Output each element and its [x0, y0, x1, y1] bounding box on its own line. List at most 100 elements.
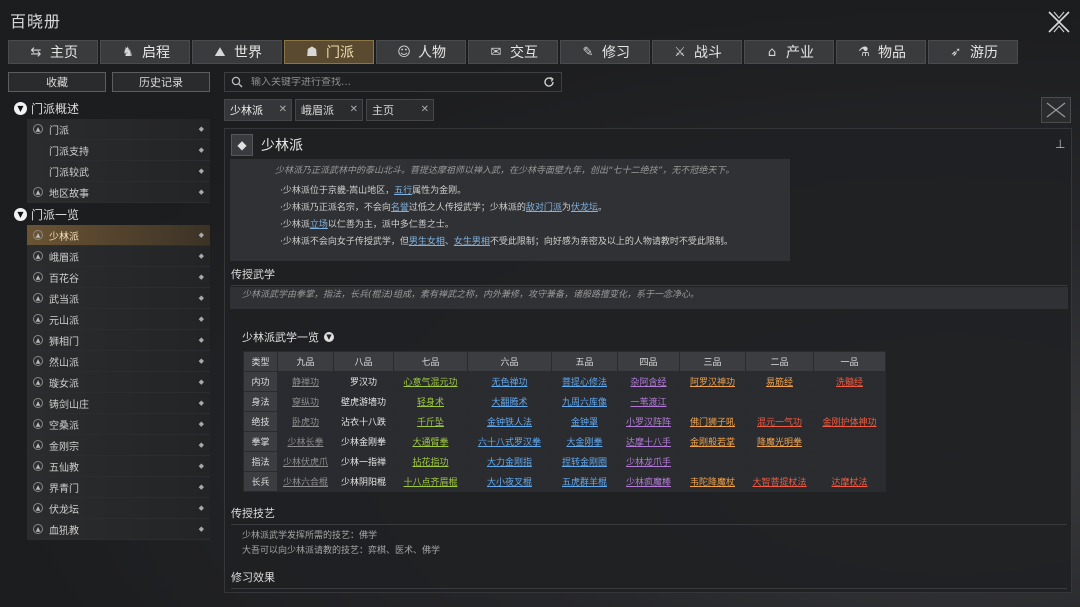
sidebar-item[interactable]: ▲ 璇女派 ◆ [27, 372, 210, 393]
glossary-link[interactable]: 伏龙坛 [571, 203, 598, 213]
martial-art-link[interactable]: 少林伏虎爪 [283, 458, 328, 468]
martial-art-link[interactable]: 佛门狮子吼 [690, 418, 735, 428]
martial-art-link[interactable]: 九周六库像 [562, 398, 607, 408]
expand-arrow-icon[interactable]: ▲ [33, 440, 43, 450]
sidebar-item[interactable]: 门派较武 ◆ [27, 161, 210, 182]
martial-art-link[interactable]: 大翻腾术 [491, 398, 527, 408]
glossary-link[interactable]: 五行 [394, 186, 412, 196]
martial-art-link[interactable]: 大智菩提杖法 [752, 478, 806, 488]
chevron-down-icon[interactable]: ▼ [324, 332, 334, 342]
martial-art-link[interactable]: 达摩杖法 [831, 478, 867, 488]
content-tab[interactable]: 主页 ✕ [366, 99, 434, 121]
martial-art-link[interactable]: 达摩十八手 [626, 438, 671, 448]
glossary-link[interactable]: 男生女相 [409, 237, 445, 247]
martial-art-link[interactable]: 少林六合棍 [283, 478, 328, 488]
martial-art-link[interactable]: 洗髓经 [836, 378, 863, 388]
martial-art-link[interactable]: 少林长拳 [287, 438, 323, 448]
content-tab[interactable]: 峨眉派 ✕ [295, 99, 363, 121]
martial-art-link[interactable]: 心意气混元功 [403, 378, 457, 388]
martial-art-link[interactable]: 混元一气功 [757, 418, 802, 428]
martial-art-link[interactable]: 千斤坠 [417, 418, 444, 428]
tree-group[interactable]: ▼ 门派概述 [8, 97, 210, 119]
refresh-icon[interactable] [543, 76, 555, 88]
martial-art-link[interactable]: 金钟铁人法 [487, 418, 532, 428]
martial-art-link[interactable]: 壁虎游墙功 [341, 398, 386, 408]
nav-tab[interactable]: ⌂ 产业 [744, 40, 834, 64]
nav-tab[interactable]: ✉ 交互 [468, 40, 558, 64]
history-button[interactable]: 历史记录 [112, 72, 210, 92]
expand-arrow-icon[interactable]: ▲ [33, 293, 43, 303]
expand-arrow-icon[interactable]: ▲ [33, 335, 43, 345]
sidebar-item[interactable]: ▲ 峨眉派 ◆ [27, 246, 210, 267]
glossary-link[interactable]: 敌对门派 [526, 203, 562, 213]
glossary-link[interactable]: 名誉 [391, 203, 409, 213]
expand-arrow-icon[interactable]: ▲ [33, 251, 43, 261]
sidebar-item[interactable]: ▲ 血犼教 ◆ [27, 519, 210, 540]
expand-arrow-icon[interactable]: ▲ [33, 187, 43, 197]
expand-arrow-icon[interactable]: ▲ [33, 461, 43, 471]
sidebar-item[interactable]: ▲ 武当派 ◆ [27, 288, 210, 309]
martial-list-title[interactable]: 少林派武学一览 ▼ [242, 329, 334, 345]
martial-art-link[interactable]: 大小夜叉棍 [487, 478, 532, 488]
content-tab[interactable]: 少林派 ✕ [224, 99, 292, 121]
martial-art-link[interactable]: 轻身术 [417, 398, 444, 408]
martial-art-link[interactable]: 卧虎功 [292, 418, 319, 428]
martial-art-link[interactable]: 一苇渡江 [630, 398, 666, 408]
expand-arrow-icon[interactable]: ▲ [33, 419, 43, 429]
expand-arrow-icon[interactable]: ▲ [33, 356, 43, 366]
close-tab-icon[interactable]: ✕ [279, 104, 287, 115]
glossary-link[interactable]: 立场 [310, 220, 328, 230]
nav-tab[interactable]: ⚗ 物品 [836, 40, 926, 64]
martial-art-link[interactable]: 十八点齐眉棍 [403, 478, 457, 488]
martial-art-link[interactable]: 拈花指功 [412, 458, 448, 468]
close-tab-icon[interactable]: ✕ [421, 104, 429, 115]
sidebar-item[interactable]: ▲ 门派 ◆ [27, 119, 210, 140]
sidebar-item[interactable]: 门派支持 ◆ [27, 140, 210, 161]
sidebar-item[interactable]: ▲ 然山派 ◆ [27, 351, 210, 372]
martial-art-link[interactable]: 金钟罩 [571, 418, 598, 428]
martial-art-link[interactable]: 大力金刚指 [487, 458, 532, 468]
martial-art-link[interactable]: 穿纵功 [292, 398, 319, 408]
martial-art-link[interactable]: 少林一指禅 [341, 458, 386, 468]
nav-tab[interactable]: ⚔ 战斗 [652, 40, 742, 64]
search-input[interactable] [251, 76, 543, 88]
nav-tab[interactable]: ♞ 启程 [100, 40, 190, 64]
martial-art-link[interactable]: 少林金刚拳 [341, 438, 386, 448]
martial-art-link[interactable]: 菩提心修法 [562, 378, 607, 388]
sidebar-item[interactable]: ▲ 铸剑山庄 ◆ [27, 393, 210, 414]
nav-tab[interactable]: ⇆ 主页 [8, 40, 98, 64]
martial-art-link[interactable]: 捏转金刚圈 [562, 458, 607, 468]
expand-arrow-icon[interactable]: ▲ [33, 503, 43, 513]
martial-art-link[interactable]: 阿罗汉神功 [690, 378, 735, 388]
expand-arrow-icon[interactable]: ▲ [33, 230, 43, 240]
martial-art-link[interactable]: 降魔光明拳 [757, 438, 802, 448]
sidebar-item[interactable]: ▲ 狮相门 ◆ [27, 330, 210, 351]
sidebar-item[interactable]: ▲ 空桑派 ◆ [27, 414, 210, 435]
expand-arrow-icon[interactable]: ▲ [33, 482, 43, 492]
sidebar-item[interactable]: ▲ 界青门 ◆ [27, 477, 210, 498]
martial-art-link[interactable]: 杂阿含经 [630, 378, 666, 388]
tree-group[interactable]: ▼ 门派一览 [8, 203, 210, 225]
martial-art-link[interactable]: 少林龙爪手 [626, 458, 671, 468]
martial-art-link[interactable]: 金刚般若掌 [690, 438, 735, 448]
nav-tab[interactable]: ⛰ 世界 [192, 40, 282, 64]
glossary-link[interactable]: 女生男相 [454, 237, 490, 247]
martial-art-link[interactable]: 易筋经 [766, 378, 793, 388]
martial-art-link[interactable]: 大金刚拳 [566, 438, 602, 448]
expand-arrow-icon[interactable]: ▲ [33, 272, 43, 282]
nav-tab[interactable]: ☗ 门派 [284, 40, 374, 64]
favorites-button[interactable]: 收藏 [8, 72, 106, 92]
martial-art-link[interactable]: 五虎群羊棍 [562, 478, 607, 488]
pin-icon[interactable]: ⊥ [1055, 137, 1065, 151]
expand-arrow-icon[interactable]: ▲ [33, 524, 43, 534]
sidebar-item[interactable]: ▲ 伏龙坛 ◆ [27, 498, 210, 519]
expand-arrow-icon[interactable]: ▲ [33, 377, 43, 387]
expand-arrow-icon[interactable]: ▲ [33, 398, 43, 408]
close-tab-icon[interactable]: ✕ [350, 104, 358, 115]
sidebar-item[interactable]: ▲ 五仙教 ◆ [27, 456, 210, 477]
nav-tab[interactable]: ➶ 游历 [928, 40, 1018, 64]
sidebar-item[interactable]: ▲ 地区故事 ◆ [27, 182, 210, 203]
sidebar-item[interactable]: ▲ 元山派 ◆ [27, 309, 210, 330]
martial-art-link[interactable]: 罗汉功 [350, 378, 377, 388]
martial-art-link[interactable]: 金刚护体神功 [822, 418, 876, 428]
